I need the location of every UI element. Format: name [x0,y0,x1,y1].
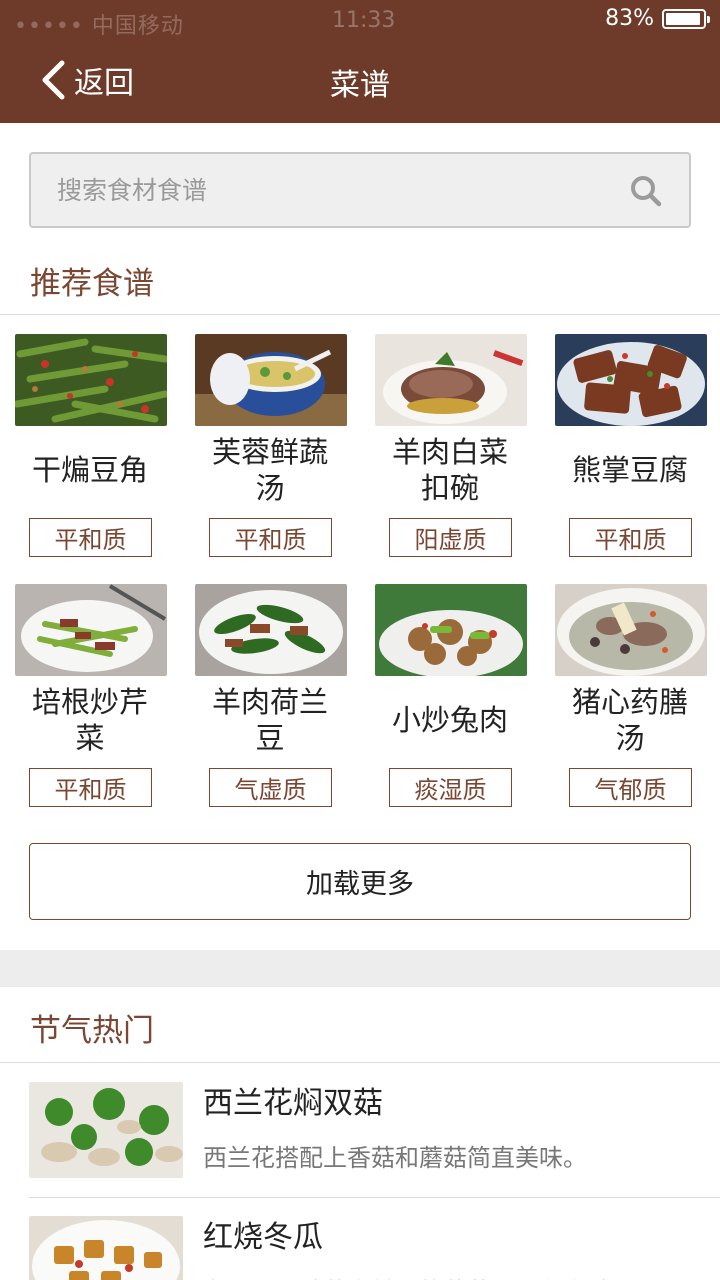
recipe-name: 猪心药膳汤 [571,685,688,755]
recipe-name: 羊肉白菜扣碗 [391,435,508,505]
constitution-tag: 气郁质 [569,768,692,807]
list-item[interactable]: 红烧冬瓜 冬瓜是一种药食兼用的蔬菜，具有多种保 [0,1198,720,1280]
recipe-name: 小炒兔肉 [391,703,508,737]
list-item-description: 西兰花搭配上香菇和蘑菇简直美味。 [203,1144,587,1172]
battery-icon [662,8,710,29]
app-header: ••••• 中国移动 11:33 83% 返回 菜谱 [0,0,720,123]
recipe-photo [195,584,347,676]
recommended-title: 推荐食谱 [30,266,154,302]
recipe-photo [195,334,347,426]
recipe-photo [15,334,167,426]
recipe-name: 芙蓉鲜蔬汤 [211,435,328,505]
recipe-photo [375,334,527,426]
constitution-tag: 痰湿质 [389,768,512,807]
list-item[interactable]: 西兰花焖双菇 西兰花搭配上香菇和蘑菇简直美味。 [0,1064,720,1198]
recipe-photo [15,584,167,676]
constitution-tag: 阳虚质 [389,518,512,557]
constitution-tag: 平和质 [569,518,692,557]
constitution-tag: 平和质 [29,768,152,807]
recipe-photo [29,1216,183,1280]
battery-percent: 83% [605,6,654,31]
recipe-photo [555,334,707,426]
search-box[interactable] [29,152,691,228]
search-icon[interactable] [629,174,663,208]
load-more-button[interactable]: 加载更多 [29,843,691,920]
divider [0,314,720,315]
list-item-description: 冬瓜是一种药食兼用的蔬菜，具有多种保 [203,1272,703,1280]
list-item-title: 西兰花焖双菇 [203,1086,383,1121]
recipe-name: 羊肉荷兰豆 [211,685,328,755]
carrier-label: ••••• 中国移动 [14,14,184,39]
recipe-name: 培根炒芹菜 [31,685,148,755]
search-input[interactable] [57,154,617,226]
recipe-name: 熊掌豆腐 [571,453,688,487]
divider [0,1062,720,1063]
recipe-photo [29,1082,183,1178]
status-bar: ••••• 中国移动 11:33 83% [0,6,720,39]
recipe-photo [375,584,527,676]
seasonal-title: 节气热门 [30,1013,154,1049]
constitution-tag: 平和质 [209,518,332,557]
page-title: 菜谱 [330,68,390,103]
constitution-tag: 气虚质 [209,768,332,807]
section-separator [0,950,720,987]
recipe-photo [555,584,707,676]
constitution-tag: 平和质 [29,518,152,557]
list-item-title: 红烧冬瓜 [203,1220,323,1255]
recipe-name: 干煸豆角 [31,453,148,487]
battery-indicator: 83% [605,6,710,31]
status-time: 11:33 [332,8,396,33]
